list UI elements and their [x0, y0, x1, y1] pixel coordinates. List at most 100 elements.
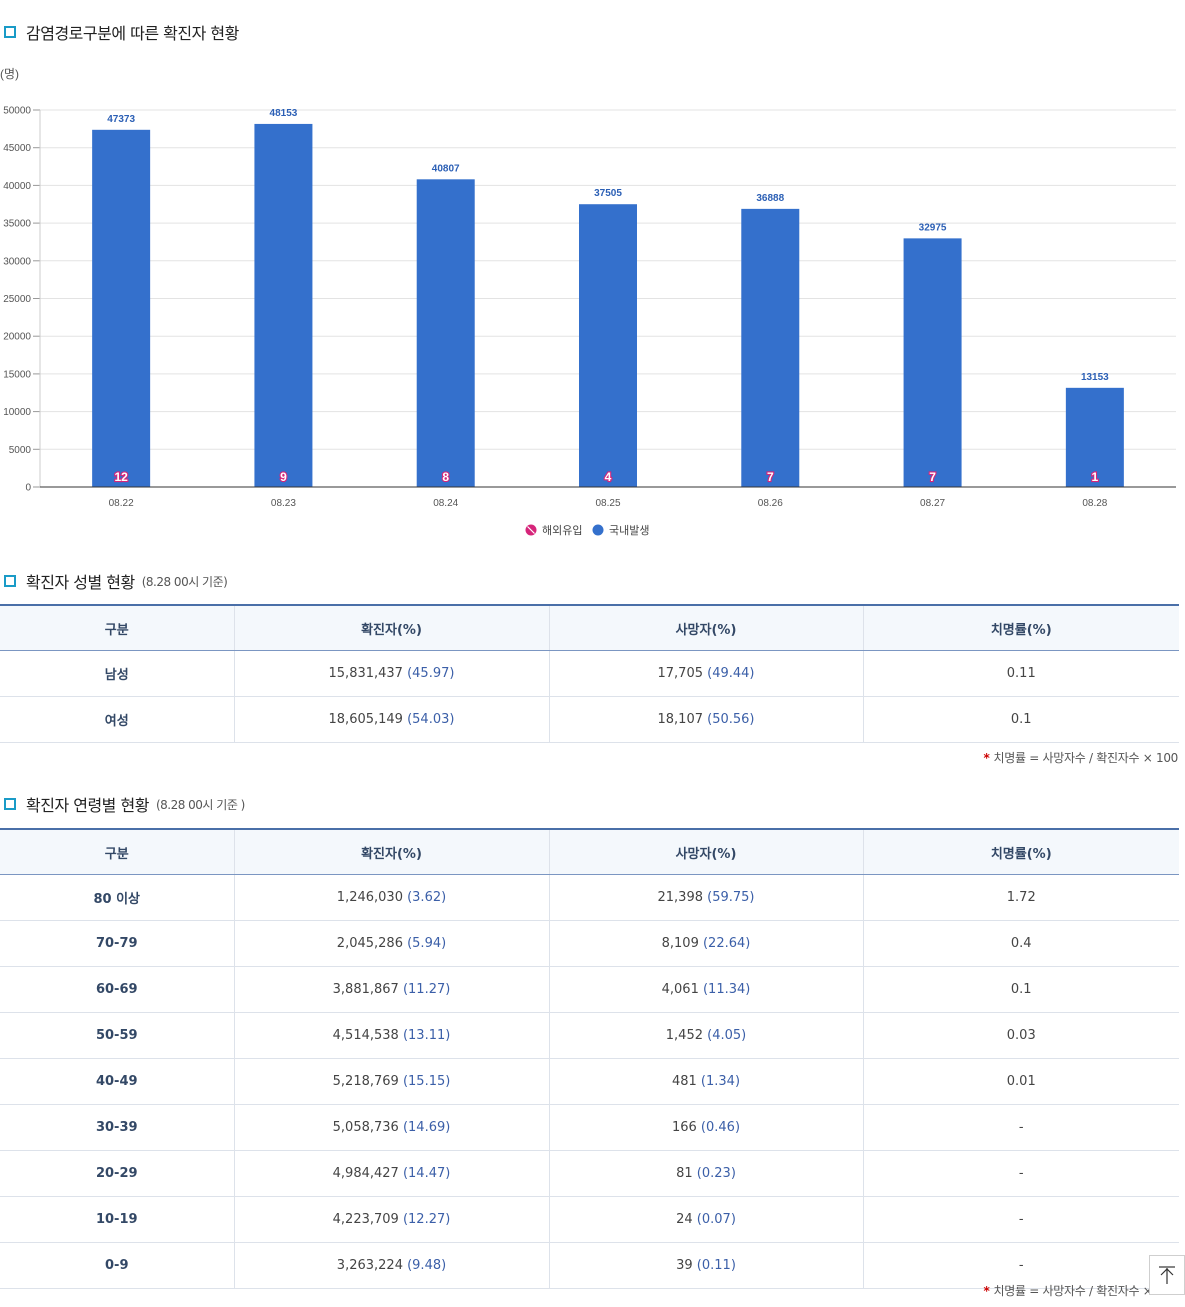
deaths-cell-value: 39	[676, 1258, 697, 1273]
overseas-value-label: 8	[442, 470, 449, 484]
cases-cell-value: 18,605,149	[328, 712, 408, 727]
bar-value-label: 32975	[919, 222, 947, 233]
deaths-cell-value: 4,061	[661, 982, 703, 997]
age-section-title: 확진자 연령별 현황 (8.28 00시 기준 )	[4, 792, 245, 816]
gender-header-cell: 치명률(%)	[863, 604, 1179, 651]
age-row: 50-59 4,514,538 (13.11) 1,452 (4.05) 0.03	[0, 1012, 1179, 1059]
cases-cell: 3,263,224 (9.48)	[234, 1242, 550, 1289]
age-table: 구분 확진자(%) 사망자(%) 치명률(%) 80 이상 1,246,030 (3.6…	[0, 828, 1179, 1289]
fatality-rate-cell: -	[863, 1196, 1179, 1243]
gender-subtitle: (8.28 00시 기준)	[141, 574, 228, 589]
cases-cell-percent: (15.15)	[402, 1074, 451, 1089]
cases-cell-value: 3,263,224	[336, 1258, 408, 1273]
deaths-cell-percent: (11.34)	[702, 982, 751, 997]
overseas-value-label: 7	[929, 470, 936, 484]
gender-title: 확진자 성별 현황	[26, 573, 135, 592]
square-bullet-icon	[4, 798, 16, 810]
footnote-star: *	[983, 751, 990, 765]
infection-route-chart: (명) 0 5000 10000 15000 20000 25000 30000 35000 4…	[0, 67, 1176, 537]
legend-marker-domestic	[592, 524, 604, 536]
square-bullet-icon	[4, 26, 16, 38]
cases-cell: 4,514,538 (13.11)	[234, 1012, 550, 1059]
gender-footnote: * 치명률 = 사망자수 / 확진자수 × 100	[983, 749, 1179, 766]
deaths-cell-value: 8,109	[661, 936, 703, 951]
cases-cell-value: 4,223,709	[332, 1212, 403, 1227]
deaths-cell-value: 24	[676, 1212, 697, 1227]
cases-cell-value: 4,984,427	[332, 1166, 403, 1181]
gender-section-title: 확진자 성별 현황 (8.28 00시 기준)	[4, 569, 228, 593]
cases-cell-value: 1,246,030	[336, 890, 408, 905]
age-row: 10-19 4,223,709 (12.27) 24 (0.07) -	[0, 1196, 1179, 1243]
deaths-cell-percent: (0.07)	[696, 1212, 736, 1227]
fatality-rate-cell: 0.11	[863, 650, 1179, 697]
chart-title: 감염경로구분에 따른 확진자 현황	[26, 24, 239, 43]
gender-table-header: 구분 확진자(%) 사망자(%) 치명률(%)	[0, 604, 1179, 651]
fatality-rate-cell: 0.1	[863, 696, 1179, 743]
deaths-cell-value: 481	[671, 1074, 701, 1089]
cases-cell-value: 5,218,769	[332, 1074, 403, 1089]
cases-cell: 5,058,736 (14.69)	[234, 1104, 550, 1151]
bar-domestic	[92, 129, 151, 487]
bar-value-label: 40807	[432, 163, 460, 174]
age-row: 20-29 4,984,427 (14.47) 81 (0.23) -	[0, 1150, 1179, 1197]
gender-row: 남성 15,831,437 (45.97) 17,705 (49.44) 0.11	[0, 650, 1179, 697]
bar-domestic	[579, 204, 637, 488]
gender-row-label: 여성	[0, 696, 235, 743]
deaths-cell-value: 81	[676, 1166, 697, 1181]
fatality-rate-cell: 0.1	[863, 966, 1179, 1013]
y-tick-label: 20000	[3, 332, 31, 343]
cases-cell-percent: (54.03)	[407, 712, 455, 727]
age-row-label: 50-59	[0, 1012, 235, 1059]
age-row-label: 30-39	[0, 1104, 235, 1151]
x-tick-label: 08.23	[271, 498, 296, 509]
scroll-to-top-button[interactable]	[1149, 1255, 1185, 1295]
deaths-cell-value: 166	[671, 1120, 701, 1135]
gender-header-cell: 구분	[0, 604, 235, 651]
cases-cell: 1,246,030 (3.62)	[234, 874, 550, 921]
gender-row-label: 남성	[0, 650, 235, 697]
deaths-cell: 481 (1.34)	[549, 1058, 864, 1105]
legend-label-domestic: 국내발생	[609, 524, 649, 537]
cases-cell-value: 4,514,538	[332, 1028, 403, 1043]
deaths-cell: 21,398 (59.75)	[549, 874, 864, 921]
cases-cell-value: 3,881,867	[332, 982, 403, 997]
cases-cell-percent: (3.62)	[407, 890, 447, 905]
cases-cell-percent: (14.47)	[402, 1166, 451, 1181]
deaths-cell-percent: (0.11)	[696, 1258, 736, 1273]
bar-value-label: 47373	[107, 114, 135, 125]
y-tick-label: 40000	[3, 181, 31, 192]
deaths-cell: 18,107 (50.56)	[549, 696, 864, 743]
age-row: 60-69 3,881,867 (11.27) 4,061 (11.34) 0.1	[0, 966, 1179, 1013]
x-tick-label: 08.28	[1082, 498, 1107, 509]
deaths-cell-value: 18,107	[657, 712, 708, 727]
bar-value-label: 36888	[756, 193, 784, 204]
y-tick-label: 10000	[3, 407, 31, 418]
chart-x-axis: 08.22 08.23 08.24 08.25 08.26 08.27 08.28	[40, 486, 1176, 509]
x-tick-label: 08.27	[920, 498, 945, 509]
age-row: 70-79 2,045,286 (5.94) 8,109 (22.64) 0.4	[0, 920, 1179, 967]
bar-domestic	[903, 238, 962, 487]
deaths-cell: 4,061 (11.34)	[549, 966, 864, 1013]
y-tick-label: 25000	[3, 294, 31, 305]
age-row-label: 0-9	[0, 1242, 235, 1289]
chart-section-title: 감염경로구분에 따른 확진자 현황	[4, 20, 239, 44]
chart-bars: 47373 12 48153 9 40807 8 37505 4 36888 7 32975 7 131…	[92, 108, 1124, 488]
deaths-cell-percent: (0.23)	[696, 1166, 736, 1181]
overseas-value-label: 9	[280, 470, 287, 484]
legend-label-overseas: 해외유입	[542, 523, 582, 537]
x-tick-label: 08.24	[433, 498, 458, 509]
gender-header-cell: 확진자(%)	[234, 604, 550, 651]
overseas-value-label: 1	[1092, 470, 1099, 484]
y-tick-label: 30000	[3, 256, 31, 267]
footnote-text: 치명률 = 사망자수 / 확진자수 × 100	[993, 751, 1179, 765]
square-bullet-icon	[4, 575, 16, 587]
deaths-cell-value: 21,398	[657, 890, 708, 905]
bar-value-label: 48153	[270, 108, 298, 119]
fatality-rate-cell: 0.01	[863, 1058, 1179, 1105]
age-header-cell: 사망자(%)	[549, 828, 864, 875]
bar-value-label: 13153	[1081, 372, 1109, 383]
age-table-header: 구분 확진자(%) 사망자(%) 치명률(%)	[0, 828, 1179, 875]
cases-cell-percent: (11.27)	[402, 982, 451, 997]
gender-table: 구분 확진자(%) 사망자(%) 치명률(%) 남성 15,831,437 (45.97…	[0, 604, 1179, 743]
fatality-rate-cell: 0.03	[863, 1012, 1179, 1059]
